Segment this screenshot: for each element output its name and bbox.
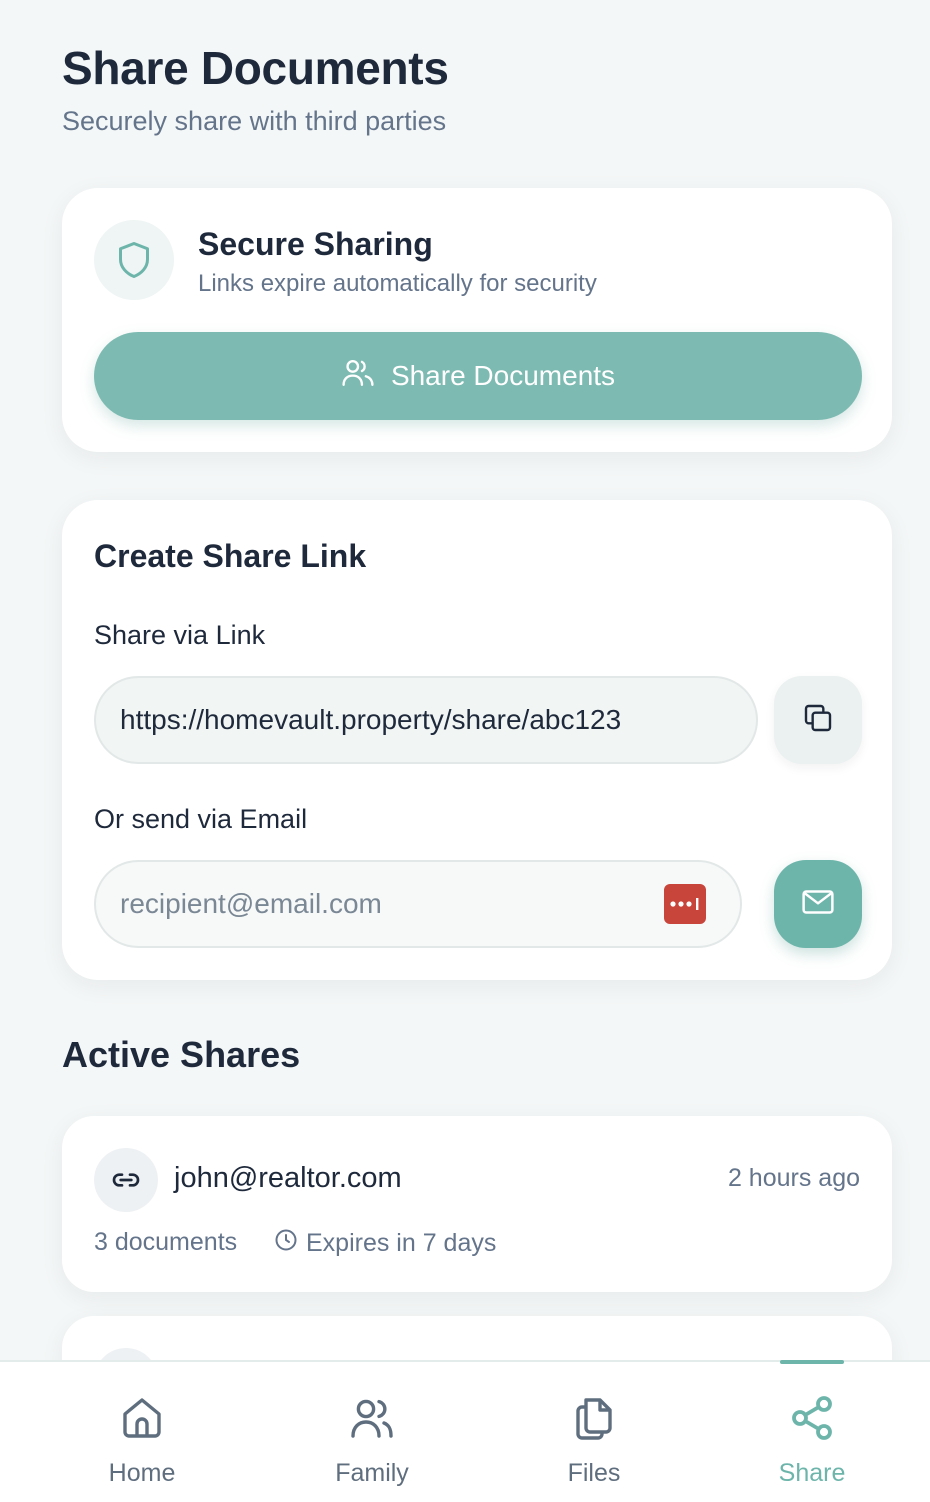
nav-label-files: Files	[567, 1459, 621, 1487]
users-icon	[348, 1394, 396, 1449]
bottom-navigation: Home Family Files Share	[0, 1360, 930, 1502]
nav-item-files[interactable]: Files	[504, 1362, 684, 1502]
nav-label-home: Home	[108, 1459, 176, 1487]
clock-icon	[274, 1228, 298, 1259]
page-title: Share Documents	[62, 42, 449, 94]
share-expiry-text: Expires in 7 days	[306, 1229, 497, 1257]
secure-sharing-subtitle: Links expire automatically for security	[198, 270, 597, 297]
copy-link-button[interactable]	[774, 676, 862, 764]
active-shares-title: Active Shares	[62, 1034, 301, 1075]
nav-label-family: Family	[335, 1459, 409, 1487]
active-share-item[interactable]: john@realtor.com 2 hours ago 3 documents…	[62, 1116, 892, 1292]
active-tab-indicator	[780, 1360, 844, 1364]
users-icon	[341, 358, 375, 395]
share-icon	[788, 1394, 836, 1449]
create-share-link-card: Create Share Link Share via Link https:/…	[62, 500, 892, 980]
share-document-count: 3 documents	[94, 1228, 238, 1256]
page-subtitle: Securely share with third parties	[62, 106, 447, 136]
shield-icon	[94, 220, 174, 300]
send-email-button[interactable]	[774, 860, 862, 948]
nav-item-family[interactable]: Family	[282, 1362, 462, 1502]
secure-sharing-title: Secure Sharing	[198, 226, 433, 262]
secure-sharing-card: Secure Sharing Links expire automaticall…	[62, 188, 892, 452]
send-via-email-label: Or send via Email	[94, 804, 308, 834]
share-documents-button-label: Share Documents	[390, 360, 616, 391]
share-documents-button[interactable]: Share Documents	[94, 332, 862, 420]
link-icon	[94, 1148, 158, 1212]
share-link-value: https://homevault.property/share/abc123	[120, 704, 622, 735]
create-share-link-title: Create Share Link	[94, 538, 367, 574]
nav-item-share[interactable]: Share	[722, 1360, 902, 1502]
nav-label-share: Share	[778, 1459, 846, 1487]
files-icon	[570, 1394, 618, 1449]
page-header: Share Documents Securely share with thir…	[62, 40, 449, 138]
share-via-link-label: Share via Link	[94, 620, 266, 650]
email-field[interactable]: recipient@email.com	[94, 860, 742, 948]
nav-item-home[interactable]: Home	[52, 1362, 232, 1502]
share-timestamp: 2 hours ago	[727, 1164, 860, 1192]
mail-icon	[801, 888, 835, 921]
copy-icon	[802, 702, 834, 739]
share-recipient-email: john@realtor.com	[174, 1162, 402, 1194]
home-icon	[118, 1394, 166, 1449]
share-link-field[interactable]: https://homevault.property/share/abc123	[94, 676, 758, 764]
password-manager-icon[interactable]	[664, 884, 706, 924]
share-expiry: Expires in 7 days	[274, 1228, 496, 1259]
email-placeholder: recipient@email.com	[120, 888, 382, 919]
